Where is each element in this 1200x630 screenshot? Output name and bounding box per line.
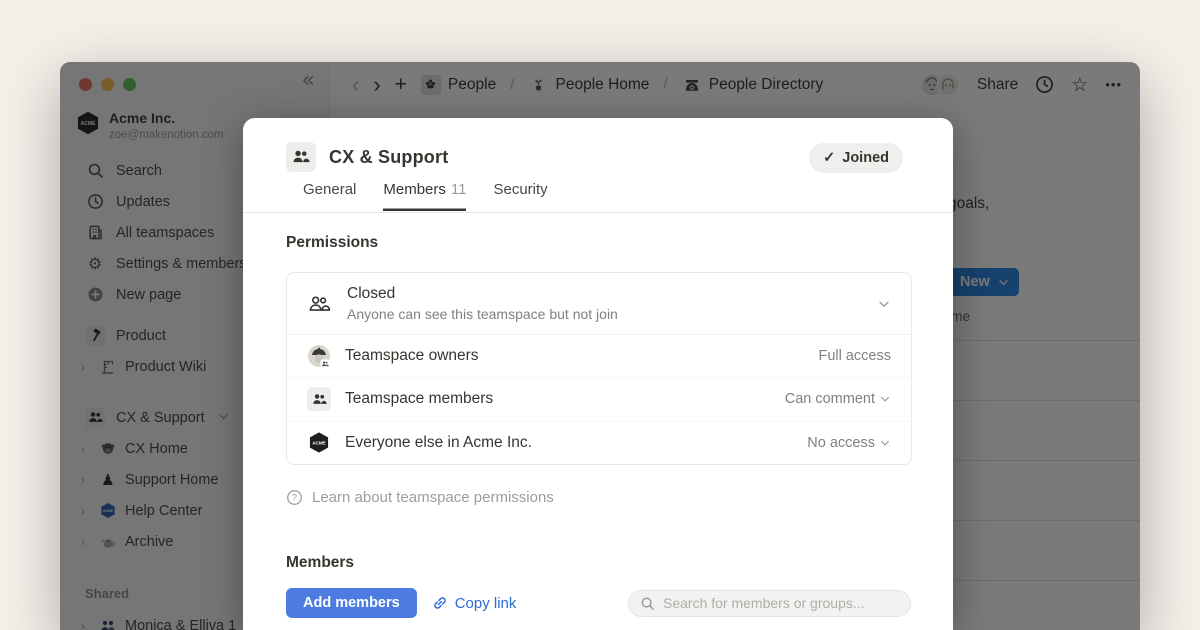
permission-row-label: Everyone else in Acme Inc. [345,434,532,452]
svg-text:?: ? [292,493,297,503]
permission-dropdown-everyone[interactable]: No access [807,435,891,451]
learn-link-label: Learn about teamspace permissions [312,489,554,506]
chevron-down-icon [877,297,891,311]
tab-members[interactable]: Members11 [383,181,466,211]
link-icon [432,595,448,611]
tab-general[interactable]: General [303,181,356,211]
acme-logo-icon: ACME [307,431,331,455]
app-window: « ACME Acme Inc. zoe@makenotion.com Sear… [60,62,1140,630]
people-outline-icon [307,292,331,316]
add-members-button[interactable]: Add members [286,588,417,618]
modal-tabs: General Members11 Security [303,181,548,211]
modal-title: CX & Support [329,147,448,168]
access-level-title: Closed [347,285,618,303]
permission-value-owners: Full access [818,348,891,364]
teamspace-people-icon [286,142,316,172]
permission-dropdown-members[interactable]: Can comment [785,391,891,407]
members-toolbar: Add members Copy link [286,588,911,618]
permission-row-everyone: ACME Everyone else in Acme Inc. No acces… [287,421,911,464]
chevron-down-icon [879,437,891,449]
members-count-badge: 11 [451,181,467,198]
chevron-down-icon [879,393,891,405]
people-icon [307,387,331,411]
members-heading: Members [286,554,354,572]
joined-button[interactable]: ✓ Joined [809,143,903,173]
permission-row-label: Teamspace owners [345,347,479,365]
learn-permissions-link[interactable]: ? Learn about teamspace permissions [286,489,554,506]
access-level-subtitle: Anyone can see this teamspace but not jo… [347,306,618,322]
joined-label: Joined [842,150,889,166]
tabs-divider [243,212,953,213]
members-search-input[interactable] [663,595,899,611]
svg-text:ACME: ACME [312,441,326,446]
tab-security[interactable]: Security [493,181,547,211]
search-icon [640,596,655,611]
copy-link-button[interactable]: Copy link [432,595,517,612]
question-circle-icon: ? [286,489,303,506]
access-level-dropdown[interactable]: Closed Anyone can see this teamspace but… [287,273,911,335]
permission-row-label: Teamspace members [345,390,493,408]
check-icon: ✓ [823,150,835,166]
copy-link-label: Copy link [455,595,517,612]
permissions-heading: Permissions [286,234,378,252]
permissions-card: Closed Anyone can see this teamspace but… [286,272,912,465]
permission-row-owners: Teamspace owners Full access [287,335,911,377]
members-search[interactable] [628,590,911,617]
owners-avatar [307,344,331,368]
teamspace-settings-modal: CX & Support ✓ Joined General Members11 … [243,118,953,630]
permission-row-members: Teamspace members Can comment [287,377,911,420]
